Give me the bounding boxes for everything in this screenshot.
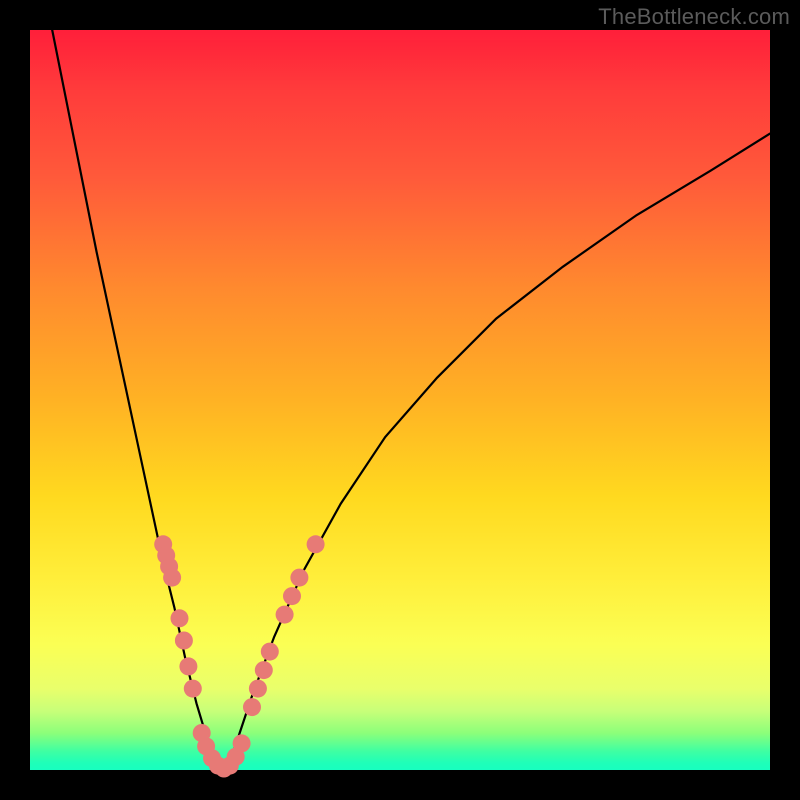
data-point [307, 535, 325, 553]
data-point [163, 569, 181, 587]
chart-plot-area [30, 30, 770, 770]
bottleneck-curve [52, 30, 770, 770]
data-point [276, 606, 294, 624]
chart-frame: TheBottleneck.com [0, 0, 800, 800]
data-point [184, 680, 202, 698]
data-point [290, 569, 308, 587]
chart-svg [30, 30, 770, 770]
data-points [154, 535, 324, 777]
data-point [243, 698, 261, 716]
data-point [283, 587, 301, 605]
data-point [179, 657, 197, 675]
data-point [249, 680, 267, 698]
watermark-text: TheBottleneck.com [598, 4, 790, 30]
data-point [175, 632, 193, 650]
data-point [261, 643, 279, 661]
data-point [233, 734, 251, 752]
data-point [255, 661, 273, 679]
data-point [171, 609, 189, 627]
